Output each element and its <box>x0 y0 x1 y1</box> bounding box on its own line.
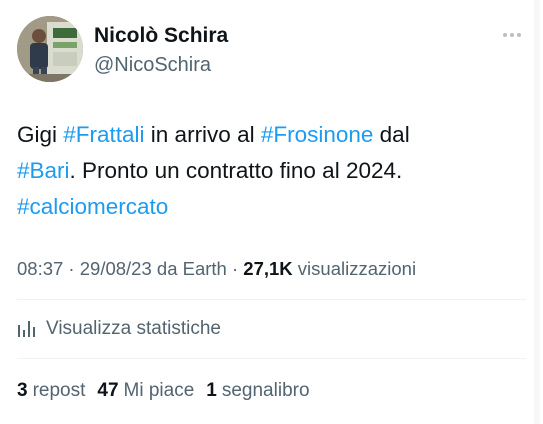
views-label: visualizzazioni <box>292 258 417 279</box>
text-segment: in arrivo al <box>144 122 261 147</box>
hashtag-link[interactable]: #Frosinone <box>261 122 374 147</box>
tweet-text: Gigi #Frattali in arrivo al #Frosinone d… <box>17 117 517 225</box>
user-handle[interactable]: @NicoSchira <box>94 54 211 77</box>
reposts-label: repost <box>32 380 86 401</box>
tweet-metadata: 08:37 · 29/08/23 da Earth · 27,1K visual… <box>17 258 416 280</box>
bookmarks-count: 1 <box>206 380 217 401</box>
likes-link[interactable]: 47 Mi piace <box>97 380 194 402</box>
likes-label: Mi piace <box>123 380 195 401</box>
bookmarks-label: segnalibro <box>221 380 310 401</box>
more-options-icon[interactable] <box>501 28 523 42</box>
views-count: 27,1K <box>243 258 293 279</box>
avatar[interactable] <box>17 16 83 82</box>
display-name[interactable]: Nicolò Schira <box>94 24 228 48</box>
reposts-link[interactable]: 3 repost <box>17 380 85 402</box>
text-segment: . Pronto un contratto fino al 2024. <box>69 158 403 183</box>
tweet-time[interactable]: 08:37 <box>17 258 63 279</box>
scrollbar[interactable] <box>534 0 540 424</box>
view-stats-button[interactable]: Visualizza statistiche <box>17 315 221 343</box>
bookmarks-link[interactable]: 1 segnalibro <box>206 380 309 402</box>
divider <box>17 299 526 300</box>
tweet-date[interactable]: 29/08/23 <box>80 258 152 279</box>
text-segment: Gigi <box>17 122 64 147</box>
tweet-source: da Earth <box>151 258 227 279</box>
text-segment: dal <box>373 122 410 147</box>
view-stats-label: Visualizza statistiche <box>46 318 221 339</box>
reposts-count: 3 <box>17 380 28 401</box>
meta-separator: · <box>226 258 244 279</box>
tweet-card: Nicolò Schira @NicoSchira Gigi #Frattali… <box>0 0 543 424</box>
meta-separator: · <box>63 258 80 279</box>
hashtag-link[interactable]: #Bari <box>17 158 70 183</box>
bar-chart-icon <box>18 321 35 337</box>
divider <box>17 358 526 359</box>
hashtag-link[interactable]: #Frattali <box>63 122 144 147</box>
hashtag-link[interactable]: #calciomercato <box>17 194 168 219</box>
engagement-stats: 3 repost 47 Mi piace 1 segnalibro <box>17 380 322 402</box>
likes-count: 47 <box>97 380 119 401</box>
